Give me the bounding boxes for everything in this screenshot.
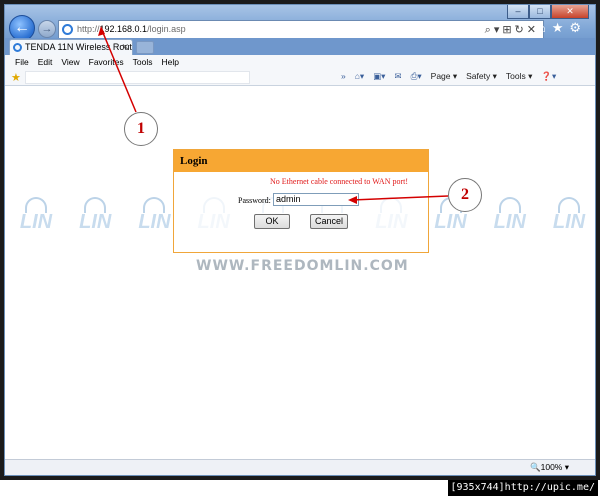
forward-button[interactable]: → [38,20,56,38]
annotation-marker-1: 1 [124,112,158,146]
zoom-control[interactable]: 🔍100% ▾ [530,462,569,473]
watermark-logo: LIN [489,197,531,237]
watermark-logo: LIN [133,197,175,237]
favorites-bar [25,71,250,84]
menu-file[interactable]: File [11,55,34,70]
address-text: http://192.168.0.1/login.asp [77,24,186,34]
tools-menu[interactable]: Tools ▾ [506,71,532,82]
address-controls[interactable]: ⌕▾⊞↻✕ [485,23,539,37]
menu-help[interactable]: Help [157,55,183,70]
menu-bar: File Edit View Favorites Tools Help [5,55,595,70]
address-bar[interactable]: http://192.168.0.1/login.asp ⌕▾⊞↻✕ [58,20,544,39]
minimize-button[interactable]: – [507,5,529,19]
address-host: 192.168.0.1 [99,24,148,34]
tab-bar: TENDA 11N Wireless Router ✕ [5,38,595,55]
maximize-button[interactable]: □ [529,5,551,19]
menu-tools[interactable]: Tools [129,55,158,70]
home-icon[interactable]: ⌂▾ [355,71,364,82]
image-caption: [935x744]http://upic.me/ [447,480,598,496]
watermark-logo: LIN [74,197,116,237]
cancel-button[interactable]: Cancel [310,214,348,229]
screenshot-frame: – □ ✕ ← → http://192.168.0.1/login.asp ⌕… [0,0,600,480]
ie-icon [13,43,22,52]
tab-close-icon[interactable]: ✕ [121,40,129,54]
watermark-url: WWW.FREEDOMLIN.COM [196,258,409,274]
home-icon[interactable]: ⌂ [538,20,552,35]
help-menu[interactable]: ❓▾ [541,71,556,82]
mail-icon[interactable]: ✉ [394,71,401,82]
feeds-icon[interactable]: ▣▾ [373,71,385,82]
tab-title: TENDA 11N Wireless Router [25,42,133,52]
new-tab-button[interactable] [136,41,154,54]
ok-button[interactable]: OK [254,214,290,229]
browser-window: – □ ✕ ← → http://192.168.0.1/login.asp ⌕… [4,4,596,476]
close-button[interactable]: ✕ [551,5,589,19]
print-icon[interactable]: ⎙▾ [411,71,422,82]
ie-icon [62,24,73,35]
menu-edit[interactable]: Edit [34,55,58,70]
watermark-logo: LIN [548,197,590,237]
command-icons: » ⌂▾ ▣▾ ✉ ⎙▾ Page ▾ Safety ▾ Tools ▾ ❓▾ [341,71,556,82]
page-menu[interactable]: Page ▾ [431,71,457,82]
command-bar: ★ » ⌂▾ ▣▾ ✉ ⎙▾ Page ▾ Safety ▾ Tools ▾ ❓… [5,69,595,86]
annotation-marker-2: 2 [448,178,482,212]
gear-icon[interactable]: ⚙ [569,20,587,35]
chevron-right-icon[interactable]: » [341,71,346,82]
favorites-star-icon[interactable]: ★ [552,20,570,35]
password-input[interactable]: admin [273,193,359,206]
watermark-logo: LIN [15,197,57,237]
login-dialog: Login No Ethernet cable connected to WAN… [173,149,429,253]
wan-warning-message: No Ethernet cable connected to WAN port! [270,177,409,186]
menu-view[interactable]: View [57,55,84,70]
window-controls: – □ ✕ [507,5,589,19]
tab-router[interactable]: TENDA 11N Wireless Router ✕ [9,39,133,55]
add-favorites-icon[interactable]: ★ [11,71,21,84]
password-label: Password: [238,196,271,205]
status-bar: 🔍100% ▾ [5,459,595,475]
toolbar-icons: ⌂★⚙ [538,20,587,36]
page-content: LIN LIN LIN LIN LIN LIN LIN LIN LIN LIN … [5,87,595,459]
safety-menu[interactable]: Safety ▾ [466,71,497,82]
menu-favorites[interactable]: Favorites [85,55,129,70]
dialog-title: Login [174,150,428,172]
